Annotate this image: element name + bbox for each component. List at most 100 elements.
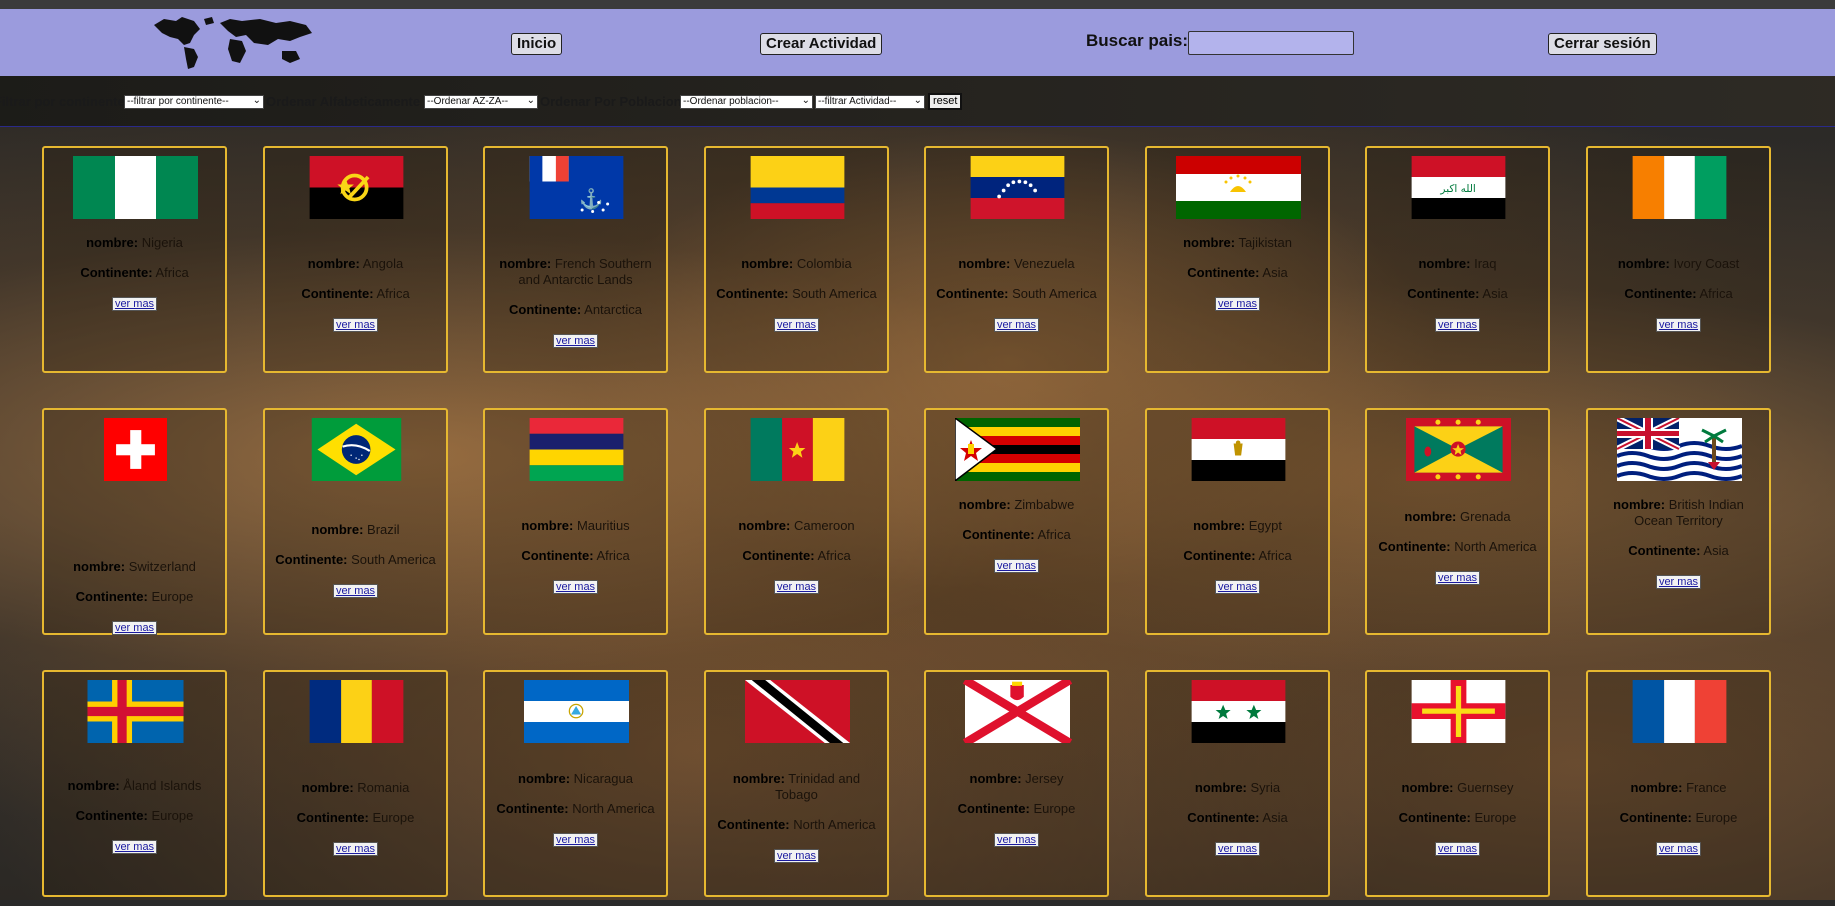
nombre-label: nombre: [67,778,120,793]
ver-mas-link[interactable]: ver mas [1655,575,1702,589]
ver-mas-link[interactable]: ver mas [1214,842,1261,856]
ver-mas-link[interactable]: ver mas [993,318,1040,332]
continente-label: Continente: [1619,810,1692,825]
country-info: nombre: Tajikistan Continente: Asia ver ma… [1147,235,1328,311]
nombre-label: nombre: [969,771,1022,786]
ver-mas-link[interactable]: ver mas [332,842,379,856]
continente-label: Continente: [962,527,1035,542]
nombre-label: nombre: [73,559,126,574]
ver-mas-link[interactable]: ver mas [111,840,158,854]
country-continent: Continente: Africa [706,548,887,564]
inicio-button[interactable]: Inicio [511,33,563,55]
activity-filter-value: --filtrar Actividad-- [818,96,897,107]
crear-actividad-button[interactable]: Crear Actividad [760,33,883,55]
country-continent: Continente: Africa [926,527,1107,543]
nombre-label: nombre: [732,771,785,786]
ver-mas-link[interactable]: ver mas [993,833,1040,847]
continente-label: Continente: [496,801,569,816]
ver-mas-link[interactable]: ver mas [1434,571,1481,585]
country-info: nombre: British Indian Ocean Territory Co… [1588,497,1769,589]
country-continent-value: South America [351,552,436,567]
nombre-label: nombre: [1630,780,1683,795]
france-flag-image [1632,680,1727,743]
cerrar-sesion-button[interactable]: Cerrar sesión [1548,33,1657,55]
country-continent-value: Europe [151,808,194,823]
country-name: nombre: Nicaragua [485,771,666,787]
country-continent: Continente: Europe [1588,810,1769,826]
world-map-logo[interactable] [150,15,320,71]
ver-mas-link[interactable]: ver mas [1655,318,1702,332]
country-card: nombre: Egypt Continente: Africa ver mas [1145,408,1330,635]
country-name-value: Zimbabwe [1014,497,1075,512]
ver-mas-link[interactable]: ver mas [332,318,379,332]
country-name: nombre: Grenada [1367,509,1548,525]
svg-text:الله اكبر: الله اكبر [1439,183,1475,195]
country-continent: Continente: Africa [1147,548,1328,564]
ver-mas-link[interactable]: ver mas [1434,318,1481,332]
country-continent-value: Asia [1262,265,1288,280]
british-indian-ocean-flag-image [1617,418,1742,481]
country-info: nombre: Grenada Continente: North America… [1367,509,1548,585]
nombre-label: nombre: [1418,256,1471,271]
continente-label: Continente: [296,810,369,825]
nombre-label: nombre: [1193,518,1246,533]
ver-mas-link[interactable]: ver mas [552,580,599,594]
colombia-flag-image [750,156,845,219]
country-name: nombre: Iraq [1367,256,1548,272]
ver-mas-link[interactable]: ver mas [1655,842,1702,856]
country-name: nombre: Colombia [706,256,887,272]
country-name-value: Tajikistan [1238,235,1292,250]
ver-mas-link[interactable]: ver mas [773,849,820,863]
population-sort-select[interactable]: --Ordenar poblacion-- ⌄ [680,95,813,109]
brazil-flag-image [311,418,402,481]
alphabetical-sort-select[interactable]: --Ordenar AZ-ZA-- ⌄ [424,95,538,109]
country-continent-value: Europe [151,589,194,604]
window-bottom-border [0,900,1835,906]
syria-flag-image [1191,680,1286,743]
continente-label: Continente: [716,286,789,301]
country-name-value: Ivory Coast [1673,256,1740,271]
country-name-value: Nigeria [141,235,183,250]
country-info: nombre: Guernsey Continente: Europe ver ma… [1367,780,1548,856]
country-card: nombre: France Continente: Europe ver mas [1586,670,1771,897]
search-input[interactable] [1188,31,1354,55]
navbar: Inicio Crear Actividad Buscar pais: Cerr… [0,9,1835,76]
reset-button[interactable]: reset [928,93,963,110]
country-continent-value: Asia [1262,810,1288,825]
ver-mas-link[interactable]: ver mas [111,621,158,635]
country-continent: Continente: Asia [1147,265,1328,281]
ver-mas-link[interactable]: ver mas [552,334,599,348]
activity-filter-select[interactable]: --filtrar Actividad-- ⌄ [815,95,925,109]
continente-label: Continente: [1628,543,1701,558]
country-name-value: Angola [362,256,404,271]
ver-mas-link[interactable]: ver mas [773,580,820,594]
ver-mas-link[interactable]: ver mas [993,559,1040,573]
continent-filter-select[interactable]: --filtrar por continente-- ⌄ [124,95,264,109]
country-card: nombre: Mauritius Continente: Africa ver m… [483,408,668,635]
country-continent: Continente: South America [265,552,446,568]
country-info: nombre: France Continente: Europe ver mas [1588,780,1769,856]
continente-label: Continente: [717,817,790,832]
ver-mas-link[interactable]: ver mas [332,584,379,598]
ver-mas-link[interactable]: ver mas [552,833,599,847]
country-card: nombre: Nigeria Continente: Africa ver mas [42,146,227,373]
country-name: nombre: Switzerland [44,559,225,575]
nombre-label: nombre: [1194,780,1247,795]
country-name-value: Trinidad and Tobago [775,771,861,802]
window-top-border [0,0,1835,9]
country-name-value: Syria [1250,780,1281,795]
ver-mas-link[interactable]: ver mas [111,297,158,311]
ver-mas-link[interactable]: ver mas [1214,297,1261,311]
country-continent: Continente: South America [926,286,1107,302]
grenada-flag-image [1406,418,1511,481]
country-card: nombre: Angola Continente: Africa ver mas [263,146,448,373]
country-info: nombre: Åland Islands Continente: Europe v… [44,778,225,854]
ver-mas-link[interactable]: ver mas [1434,842,1481,856]
continente-label: Continente: [75,589,148,604]
country-continent-value: Africa [1258,548,1292,563]
country-card: nombre: British Indian Ocean Territory Co… [1586,408,1771,635]
ver-mas-link[interactable]: ver mas [773,318,820,332]
continent-filter-label: Filtrar por continente [0,94,125,109]
ver-mas-link[interactable]: ver mas [1214,580,1261,594]
country-continent-value: Africa [596,548,630,563]
